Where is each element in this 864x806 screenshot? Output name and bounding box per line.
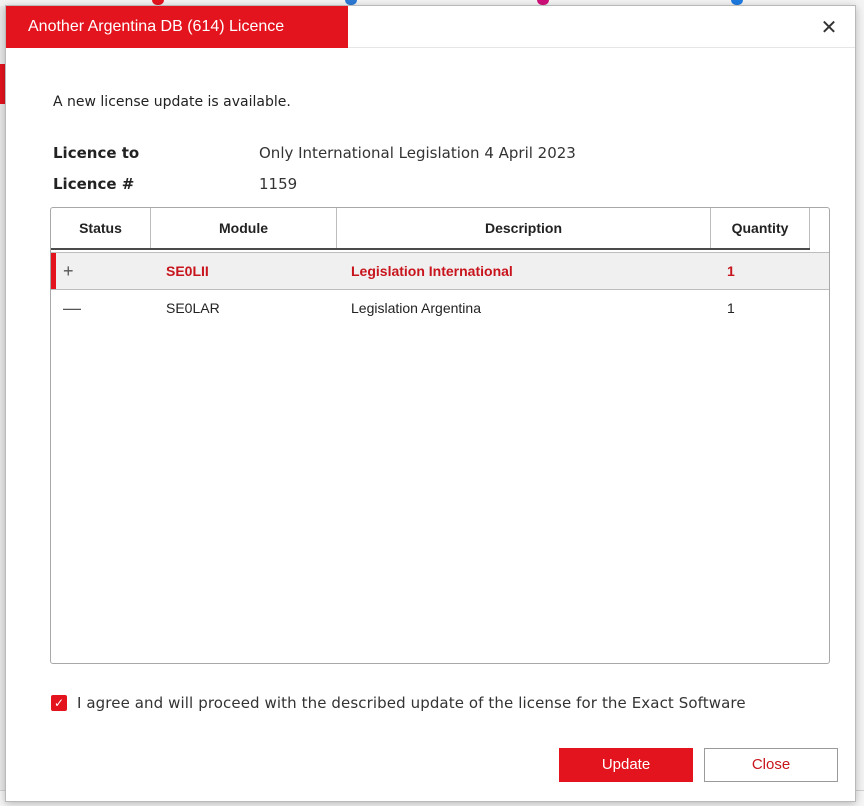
licence-number-label: Licence #	[53, 175, 135, 193]
table-header: Status Module Description Quantity	[51, 208, 810, 250]
update-notice: A new license update is available.	[53, 94, 291, 110]
close-button[interactable]: Close	[704, 748, 838, 782]
status-minus: —	[63, 298, 81, 318]
column-header-status[interactable]: Status	[51, 208, 151, 248]
licence-number-value: 1159	[259, 175, 298, 193]
quantity-cell: 1	[727, 263, 735, 279]
dialog-titlebar: Another Argentina DB (614) Licence ✕	[6, 6, 855, 48]
close-icon[interactable]: ✕	[817, 15, 841, 39]
module-cell: SE0LII	[166, 263, 209, 279]
quantity-cell: 1	[727, 300, 735, 316]
table-row[interactable]: — SE0LAR Legislation Argentina 1	[51, 290, 829, 328]
licence-to-value: Only International Legislation 4 April 2…	[259, 144, 576, 162]
column-header-description[interactable]: Description	[337, 208, 711, 248]
status-plus: +	[63, 261, 74, 281]
background-app-right-strip	[856, 0, 864, 806]
checkmark-icon: ✓	[53, 696, 65, 710]
dialog-title: Another Argentina DB (614) Licence	[6, 6, 348, 48]
description-cell: Legislation International	[351, 263, 513, 279]
table-row[interactable]: + SE0LII Legislation International 1	[51, 252, 829, 290]
update-button[interactable]: Update	[559, 748, 693, 782]
column-header-module[interactable]: Module	[151, 208, 337, 248]
licence-to-label: Licence to	[53, 144, 140, 162]
licence-dialog: Another Argentina DB (614) Licence ✕ A n…	[5, 5, 856, 802]
agree-label[interactable]: I agree and will proceed with the descri…	[77, 694, 746, 712]
selected-row-marker	[51, 253, 56, 289]
agree-row: ✓ I agree and will proceed with the desc…	[51, 693, 746, 713]
agree-checkbox[interactable]: ✓	[51, 695, 67, 711]
description-cell: Legislation Argentina	[351, 300, 481, 316]
column-header-quantity[interactable]: Quantity	[711, 208, 810, 248]
module-cell: SE0LAR	[166, 300, 220, 316]
modules-table: Status Module Description Quantity + SE0…	[50, 207, 830, 664]
